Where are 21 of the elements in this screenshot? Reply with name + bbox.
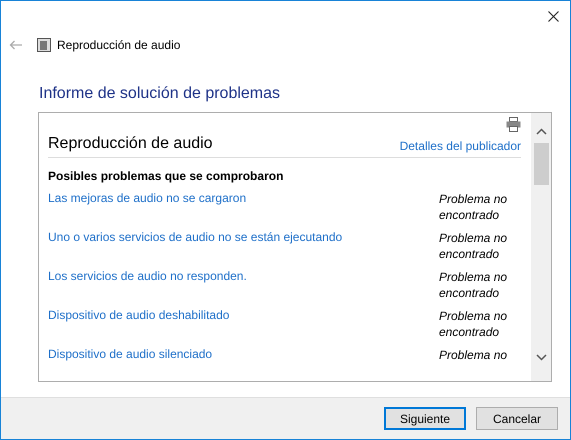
printer-icon[interactable] — [506, 117, 521, 132]
scroll-up-icon[interactable] — [536, 128, 546, 135]
report-title: Reproducción de audio — [48, 135, 213, 153]
status-text: Problema no encontrado — [439, 308, 508, 341]
problem-link[interactable]: Los servicios de audio no responden. — [48, 269, 247, 308]
problem-link[interactable]: Dispositivo de audio silenciado — [48, 347, 212, 381]
problem-link[interactable]: Dispositivo de audio deshabilitado — [48, 308, 230, 347]
cancel-button[interactable]: Cancelar — [476, 407, 558, 430]
status-text: Problema no encontrado — [439, 269, 508, 302]
publisher-details-link[interactable]: Detalles del publicador — [400, 139, 521, 153]
window-title: Reproducción de audio — [57, 38, 180, 52]
scroll-down-icon[interactable] — [536, 354, 546, 361]
next-button[interactable]: Siguiente — [384, 407, 466, 430]
problem-link[interactable]: Las mejoras de audio no se cargaron — [48, 191, 246, 230]
problem-link[interactable]: Uno o varios servicios de audio no se están ejecutando — [48, 230, 342, 269]
scrollbar-thumb[interactable] — [534, 143, 548, 185]
section-heading: Posibles problemas que se comprobaron — [48, 169, 284, 185]
status-text: Problema no — [439, 347, 508, 364]
close-icon[interactable] — [548, 10, 559, 22]
status-text: Problema no encontrado — [439, 191, 508, 224]
status-text: Problema no encontrado — [439, 230, 508, 263]
